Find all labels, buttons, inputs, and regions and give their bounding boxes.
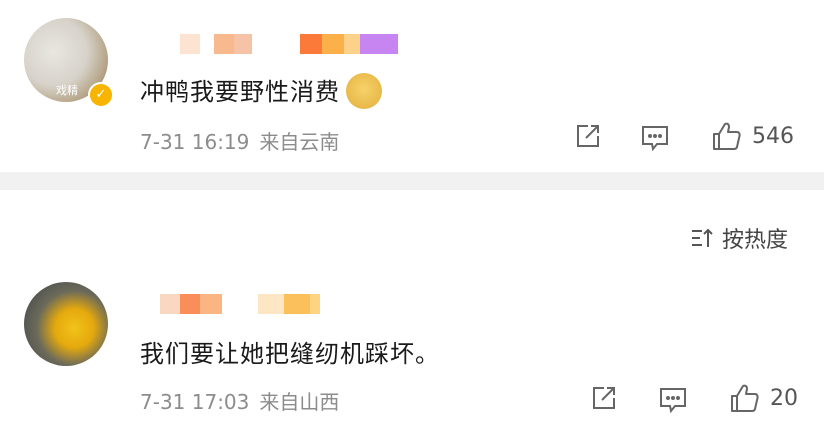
comment-text-content: 冲鸭我要野性消费 (140, 78, 340, 106)
reply-button[interactable] (640, 124, 670, 152)
comment-icon (660, 388, 686, 414)
username-blurred[interactable] (160, 294, 320, 314)
comment-item: 我们要让她把缝纫机踩坏。 7-31 17:03 来自山西 20 (0, 268, 824, 436)
comment-text: 我们要让她把缝纫机踩坏。 (140, 340, 440, 368)
like-button[interactable]: 546 (710, 120, 794, 152)
sort-icon (692, 228, 713, 247)
comment-time: 7-31 16:19 (140, 130, 250, 154)
share-button[interactable] (590, 384, 618, 412)
like-button[interactable]: 20 (728, 382, 798, 414)
section-divider (0, 172, 824, 190)
doge-emoji-icon (346, 73, 382, 109)
share-button[interactable] (574, 122, 602, 150)
share-icon (593, 387, 615, 409)
comment-location: 来自云南 (259, 130, 340, 154)
comment-meta: 7-31 17:03 来自山西 (140, 386, 339, 415)
share-icon (577, 125, 599, 147)
sort-label: 按热度 (722, 228, 789, 253)
username-blurred[interactable] (180, 34, 398, 54)
avatar[interactable] (24, 282, 108, 366)
comment-icon (642, 126, 668, 152)
like-count: 20 (770, 385, 798, 411)
thumbs-up-icon (713, 122, 741, 150)
comment-location: 来自山西 (259, 390, 340, 414)
comment-meta: 7-31 16:19 来自云南 (140, 126, 339, 155)
reply-button[interactable] (658, 386, 688, 414)
thumbs-up-icon (731, 384, 759, 412)
avatar-tag: 戏精 (56, 84, 78, 97)
comment-item: 戏精 ✓ 冲鸭我要野性消费 7-31 16:19 来自云南 546 (0, 0, 824, 172)
like-count: 546 (752, 123, 794, 149)
sort-by-hot-button[interactable]: 按热度 (690, 222, 788, 254)
comment-text: 冲鸭我要野性消费 (140, 72, 382, 111)
comment-time: 7-31 17:03 (140, 390, 250, 414)
verified-badge-icon: ✓ (88, 82, 114, 108)
